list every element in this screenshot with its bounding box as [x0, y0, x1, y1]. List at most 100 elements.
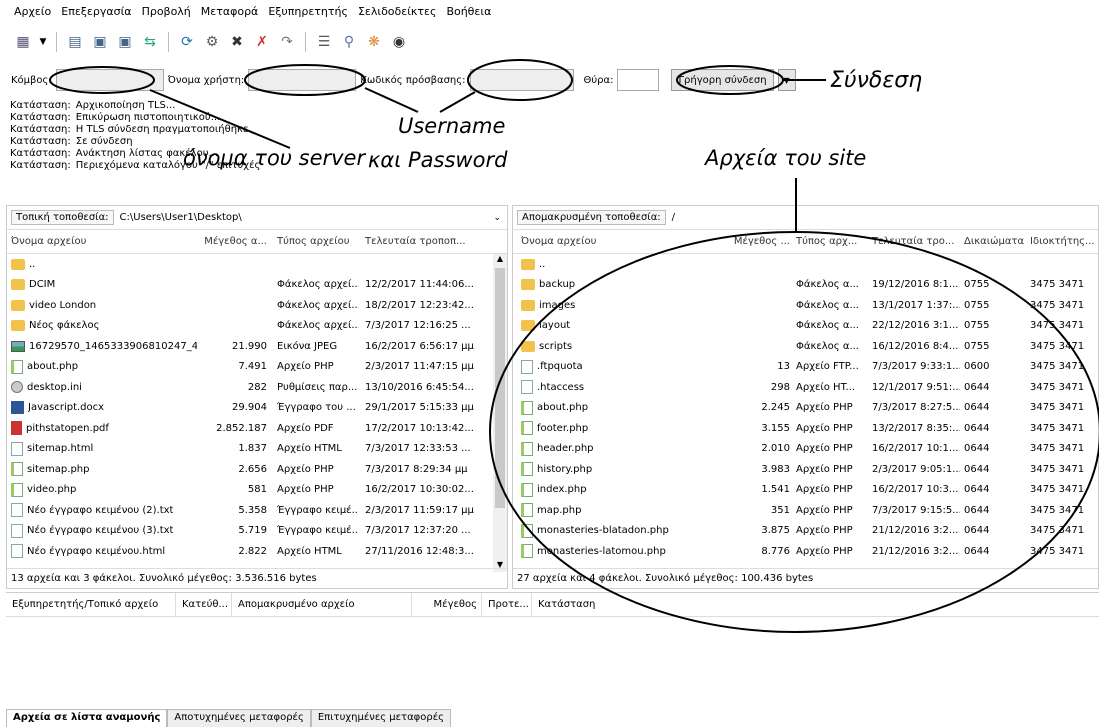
- table-row[interactable]: 16729570_1465333906810247_43... 21.990 Εικ…: [7, 336, 507, 357]
- column-name[interactable]: Όνομα αρχείου: [7, 236, 197, 247]
- menu-bookmarks[interactable]: Σελιδοδείκτες: [358, 5, 437, 18]
- chevron-down-icon[interactable]: ▼: [777, 69, 796, 91]
- table-row[interactable]: ..: [7, 254, 507, 275]
- table-row[interactable]: desktop.ini 282 Ρυθμίσεις παρ... 13/10/2016…: [7, 377, 507, 398]
- tab-failed-transfers[interactable]: Αποτυχημένες μεταφορές: [167, 709, 311, 727]
- menu-transfer[interactable]: Μεταφορά: [201, 5, 259, 18]
- process-queue-icon[interactable]: ⚙: [203, 33, 221, 51]
- table-row[interactable]: ..: [513, 254, 1098, 275]
- site-manager-icon[interactable]: ▦: [14, 33, 32, 51]
- table-row[interactable]: Javascript.docx 29.904 Έγγραφο του ... 29/1…: [7, 398, 507, 419]
- cell-type: Έγγραφο κειμέ...: [277, 525, 359, 537]
- menu-help[interactable]: Βοήθεια: [446, 5, 491, 18]
- cell-date: 7/3/2017 9:33:1...: [872, 361, 960, 373]
- toggle-local-tree-icon[interactable]: ▣: [91, 33, 109, 51]
- column-size[interactable]: Μέγεθος ...: [713, 236, 790, 247]
- chevron-down-icon[interactable]: ▼: [39, 33, 47, 51]
- file-name: .ftpquota: [537, 361, 583, 373]
- host-input[interactable]: [55, 69, 164, 91]
- table-row[interactable]: map.php 351 Αρχείο PHP 7/3/2017 9:15:5... 06…: [513, 500, 1098, 521]
- table-row[interactable]: about.php 2.245 Αρχείο PHP 7/3/2017 8:27:5.…: [513, 398, 1098, 419]
- table-row[interactable]: .htaccess 298 Αρχείο HT... 12/1/2017 9:51:.…: [513, 377, 1098, 398]
- table-row[interactable]: monasteries-latomou.php 8.776 Αρχείο PHP 21…: [513, 541, 1098, 562]
- table-row[interactable]: about.php 7.491 Αρχείο PHP 2/3/2017 11:47:1…: [7, 357, 507, 378]
- table-row[interactable]: video.php 581 Αρχείο PHP 16/2/2017 10:30:02…: [7, 480, 507, 501]
- table-row[interactable]: .ftpquota 13 Αρχείο FTP... 7/3/2017 9:33:1.…: [513, 357, 1098, 378]
- file-name: history.php: [537, 463, 593, 475]
- column-modified[interactable]: Τελευταία τρο...: [866, 236, 960, 247]
- column-owner[interactable]: Ιδιοκτήτης...: [1026, 236, 1096, 247]
- docgreen-icon: [11, 359, 23, 374]
- table-row[interactable]: index.php 1.541 Αρχείο PHP 16/2/2017 10:3..…: [513, 480, 1098, 501]
- column-priority[interactable]: Προτε...: [482, 592, 532, 617]
- file-name: Javascript.docx: [28, 402, 105, 414]
- file-name: about.php: [27, 361, 79, 373]
- cancel-icon[interactable]: ✖: [228, 33, 246, 51]
- scroll-up-icon[interactable]: ▲: [493, 254, 507, 266]
- remote-path-input[interactable]: /: [666, 212, 1098, 223]
- tab-queued-files[interactable]: Αρχεία σε λίστα αναμονής: [6, 709, 168, 727]
- tab-successful-transfers[interactable]: Επιτυχημένες μεταφορές: [310, 709, 451, 727]
- password-input[interactable]: [469, 69, 574, 91]
- search-icon[interactable]: ◉: [390, 33, 408, 51]
- table-row[interactable]: video London Φάκελος αρχεί... 18/2/2017 12…: [7, 295, 507, 316]
- menu-server[interactable]: Εξυπηρετητής: [268, 5, 348, 18]
- table-row[interactable]: backup Φάκελος α... 19/12/2016 8:1... 0755 3…: [513, 275, 1098, 296]
- reconnect-icon[interactable]: ↷: [278, 33, 296, 51]
- menu-edit[interactable]: Επεξεργασία: [61, 5, 131, 18]
- local-scrollbar[interactable]: ▲ ▼: [493, 254, 507, 572]
- dir-compare-icon[interactable]: ⚲: [340, 33, 358, 51]
- table-row[interactable]: footer.php 3.155 Αρχείο PHP 13/2/2017 8:35:…: [513, 418, 1098, 439]
- table-row[interactable]: sitemap.php 2.656 Αρχείο PHP 7/3/2017 8:29:…: [7, 459, 507, 480]
- column-modified[interactable]: Τελευταία τροποπ...: [359, 236, 479, 247]
- table-row[interactable]: monasteries-blatadon.php 3.875 Αρχείο PHP 2…: [513, 521, 1098, 542]
- table-row[interactable]: Νέο έγγραφο κειμένου.html 2.822 Αρχείο HTM…: [7, 541, 507, 562]
- column-name[interactable]: Όνομα αρχείου: [513, 236, 713, 247]
- toggle-log-icon[interactable]: ▤: [66, 33, 84, 51]
- column-local-file[interactable]: Εξυπηρετητής/Τοπικό αρχείο: [6, 592, 176, 617]
- doc-icon: [11, 523, 23, 538]
- local-path-input[interactable]: C:\Users\User1\Desktop\: [114, 212, 494, 223]
- table-row[interactable]: DCIM Φάκελος αρχεί... 12/2/2017 11:44:06..…: [7, 275, 507, 296]
- table-row[interactable]: Νέος φάκελος Φάκελος αρχεί... 7/3/2017 12:…: [7, 316, 507, 337]
- column-size[interactable]: Μέγεθος α...: [197, 236, 267, 247]
- file-name: scripts: [539, 340, 573, 352]
- table-row[interactable]: scripts Φάκελος α... 16/12/2016 8:4... 0755…: [513, 336, 1098, 357]
- username-input[interactable]: [248, 69, 357, 91]
- annotation-sitefiles-text: Αρχεία του site: [705, 146, 867, 170]
- name-cell: monasteries-latomou.php: [513, 544, 713, 559]
- column-permissions[interactable]: Δικαιώματα: [960, 236, 1026, 247]
- refresh-icon[interactable]: ⟳: [178, 33, 196, 51]
- quickconnect-button[interactable]: Γρήγορη σύνδεση: [671, 69, 774, 91]
- toggle-remote-tree-icon[interactable]: ▣: [116, 33, 134, 51]
- table-row[interactable]: history.php 3.983 Αρχείο PHP 2/3/2017 9:05:…: [513, 459, 1098, 480]
- table-row[interactable]: sitemap.html 1.837 Αρχείο HTML 7/3/2017 12:…: [7, 439, 507, 460]
- cell-type: Αρχείο PHP: [796, 484, 853, 496]
- table-row[interactable]: layout Φάκελος α... 22/12/2016 3:1... 0755 3…: [513, 316, 1098, 337]
- column-remote-file[interactable]: Απομακρυσμένο αρχείο: [232, 592, 412, 617]
- toggle-queue-icon[interactable]: ⇆: [141, 33, 159, 51]
- sync-browse-icon[interactable]: ❋: [365, 33, 383, 51]
- directory-filter-icon[interactable]: ☰: [315, 33, 333, 51]
- port-input[interactable]: [617, 69, 660, 91]
- table-row[interactable]: Νέο έγγραφο κειμένου (2).txt 5.358 Έγγραφο…: [7, 500, 507, 521]
- cell-size: 5.358: [238, 504, 267, 516]
- column-type[interactable]: Τύπος αρχείου: [267, 236, 359, 247]
- file-name: monasteries-blatadon.php: [537, 525, 669, 537]
- column-direction[interactable]: Κατεύθ...: [176, 592, 232, 617]
- chevron-down-icon[interactable]: ⌄: [493, 213, 507, 223]
- log-line: Κατάσταση: Αρχικοποίηση TLS...: [10, 100, 176, 111]
- disconnect-icon[interactable]: ✗: [253, 33, 271, 51]
- menu-file[interactable]: Αρχείο: [14, 5, 51, 18]
- column-size[interactable]: Μέγεθος: [412, 592, 482, 617]
- cell-size: 2.010: [761, 443, 790, 455]
- table-row[interactable]: header.php 2.010 Αρχείο PHP 16/2/2017 10:1.…: [513, 439, 1098, 460]
- menu-view[interactable]: Προβολή: [142, 5, 191, 18]
- table-row[interactable]: Νέο έγγραφο κειμένου (3).txt 5.719 Έγγραφο…: [7, 521, 507, 542]
- scroll-thumb[interactable]: [495, 268, 505, 508]
- column-status[interactable]: Κατάσταση: [532, 593, 672, 617]
- column-type[interactable]: Τύπος αρχ...: [790, 236, 866, 247]
- table-row[interactable]: images Φάκελος α... 13/1/2017 1:37:... 0755…: [513, 295, 1098, 316]
- cell-perm: 0644: [964, 402, 990, 414]
- table-row[interactable]: pithstatopen.pdf 2.852.187 Αρχείο PDF 17/2/…: [7, 418, 507, 439]
